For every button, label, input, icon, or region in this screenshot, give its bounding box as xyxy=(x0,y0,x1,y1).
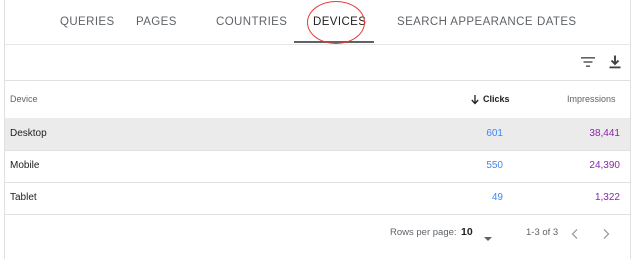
impressions-cell: 24,390 xyxy=(589,160,620,171)
device-cell: Tablet xyxy=(10,192,37,203)
performance-table-card: QUERIES PAGES COUNTRIES DEVICES SEARCH A… xyxy=(4,0,631,259)
device-cell: Mobile xyxy=(10,160,40,171)
table-row[interactable]: Desktop 601 38,441 xyxy=(5,118,630,151)
arrow-down-icon xyxy=(470,92,480,110)
table-toolbar xyxy=(5,44,630,81)
clicks-cell: 550 xyxy=(486,160,503,171)
column-header-impressions[interactable]: Impressions xyxy=(567,94,616,104)
column-header-device[interactable]: Device xyxy=(10,94,38,104)
clicks-cell: 49 xyxy=(491,192,503,203)
rows-per-page-label: Rows per page: xyxy=(390,227,457,238)
impressions-cell: 38,441 xyxy=(589,128,620,139)
table-row[interactable]: Mobile 550 24,390 xyxy=(5,150,630,183)
table-row[interactable]: Tablet 49 1,322 xyxy=(5,182,630,215)
impressions-cell: 1,322 xyxy=(594,192,620,203)
filter-icon[interactable] xyxy=(579,54,597,70)
dropdown-caret-icon[interactable] xyxy=(483,230,493,248)
tab-search-appearance[interactable]: SEARCH APPEARANCE xyxy=(397,16,533,28)
device-cell: Desktop xyxy=(10,128,47,139)
active-tab-indicator xyxy=(294,41,374,43)
pagination-bar: Rows per page: 10 1-3 of 3 xyxy=(5,216,630,252)
clicks-cell: 601 xyxy=(486,128,503,139)
report-tabs: QUERIES PAGES COUNTRIES DEVICES SEARCH A… xyxy=(5,0,630,45)
chevron-left-icon[interactable] xyxy=(570,227,580,245)
column-header-clicks[interactable]: Clicks xyxy=(483,94,510,104)
tab-devices[interactable]: DEVICES xyxy=(313,16,366,28)
download-icon[interactable] xyxy=(606,54,624,70)
chevron-right-icon[interactable] xyxy=(601,227,611,245)
tab-dates[interactable]: DATES xyxy=(537,16,577,28)
pagination-range: 1-3 of 3 xyxy=(526,227,559,238)
tab-queries[interactable]: QUERIES xyxy=(60,16,115,28)
table-header-row: Device Clicks Impressions xyxy=(5,80,630,119)
tab-countries[interactable]: COUNTRIES xyxy=(216,16,287,28)
tab-pages[interactable]: PAGES xyxy=(136,16,177,28)
rows-per-page-select[interactable]: 10 xyxy=(461,226,473,238)
